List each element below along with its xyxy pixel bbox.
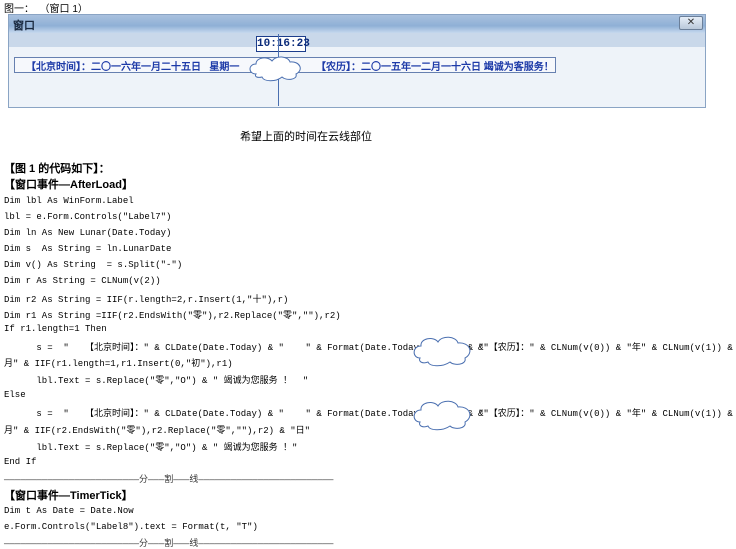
code-line: Dim v() As String = s.Split("-") [4, 260, 183, 270]
cloud-shape-window [249, 56, 301, 82]
code-line: Dim ln As New Lunar(Date.Today) [4, 228, 172, 238]
separator: —————————————————————————分———割———线——————… [4, 475, 334, 485]
code-line: e.Form.Controls("Label8").text = Format(… [4, 522, 258, 532]
code-line: Else [4, 390, 26, 400]
code-line-tail: &"【农历】：" & CLNum(v(0)) & "年" & CLNum(v(1… [478, 409, 736, 419]
window-titlebar: 窗口 ✕ [9, 15, 705, 33]
code-line: 月" & IIF(r2.EndsWith("零"),r2.Replace("零"… [4, 426, 311, 436]
section1-event: 【窗口事件—AfterLoad】 [4, 179, 133, 191]
code-line: Dim r2 As String = IIF(r.length=2,r.Inse… [4, 295, 289, 305]
code-line: lbl = e.Form.Controls("Label7") [4, 212, 172, 222]
code-line: 月" & IIF(r1.length=1,r1.Insert(0,"初"),r1… [4, 359, 233, 369]
section2-event: 【窗口事件—TimerTick】 [4, 490, 133, 502]
window-body [9, 47, 705, 107]
code-line-tail: &"【农历】：" & CLNum(v(0)) & "年" & CLNum(v(1… [478, 343, 736, 353]
cloud-shape-code-1 [413, 336, 471, 367]
close-button[interactable]: ✕ [679, 16, 703, 30]
lunar-date-label: 【农历】：二〇一五年一二月一十六日 竭诚为客服务！ [316, 62, 554, 73]
window-title: 窗口 [13, 20, 35, 32]
code-line: Dim s As String = ln.LunarDate [4, 244, 172, 254]
section1-title: 【图 1 的代码如下】： [4, 163, 110, 175]
beijing-time-label: 【北京时间】：二〇一六年一月二十五日 星期一 [26, 62, 240, 73]
separator: —————————————————————————分———割———线——————… [4, 539, 334, 549]
window-toolbar [9, 33, 705, 47]
code-line: Dim t As Date = Date.Now [4, 506, 134, 516]
code-line: If r1.length=1 Then [4, 324, 107, 334]
clock-label: 10:16:23 [256, 36, 310, 52]
code-line: Dim lbl As WinForm.Label [4, 196, 134, 206]
code-line: Dim r As String = CLNum(v(2)) [4, 276, 161, 286]
note-text: 希望上面的时间在云线部位 [240, 131, 372, 143]
code-line: lbl.Text = s.Replace("零","O") & " 竭诚为您服务… [4, 443, 298, 453]
figure-caption: 图一： （窗口 1） [4, 4, 88, 15]
code-line: Dim r1 As String =IIF(r2.EndsWith("零"),r… [4, 311, 341, 321]
code-line: lbl.Text = s.Replace("零","O") & " 竭诚为您服务… [4, 376, 309, 386]
cloud-shape-code-2 [413, 400, 471, 431]
code-line: End If [4, 457, 37, 467]
